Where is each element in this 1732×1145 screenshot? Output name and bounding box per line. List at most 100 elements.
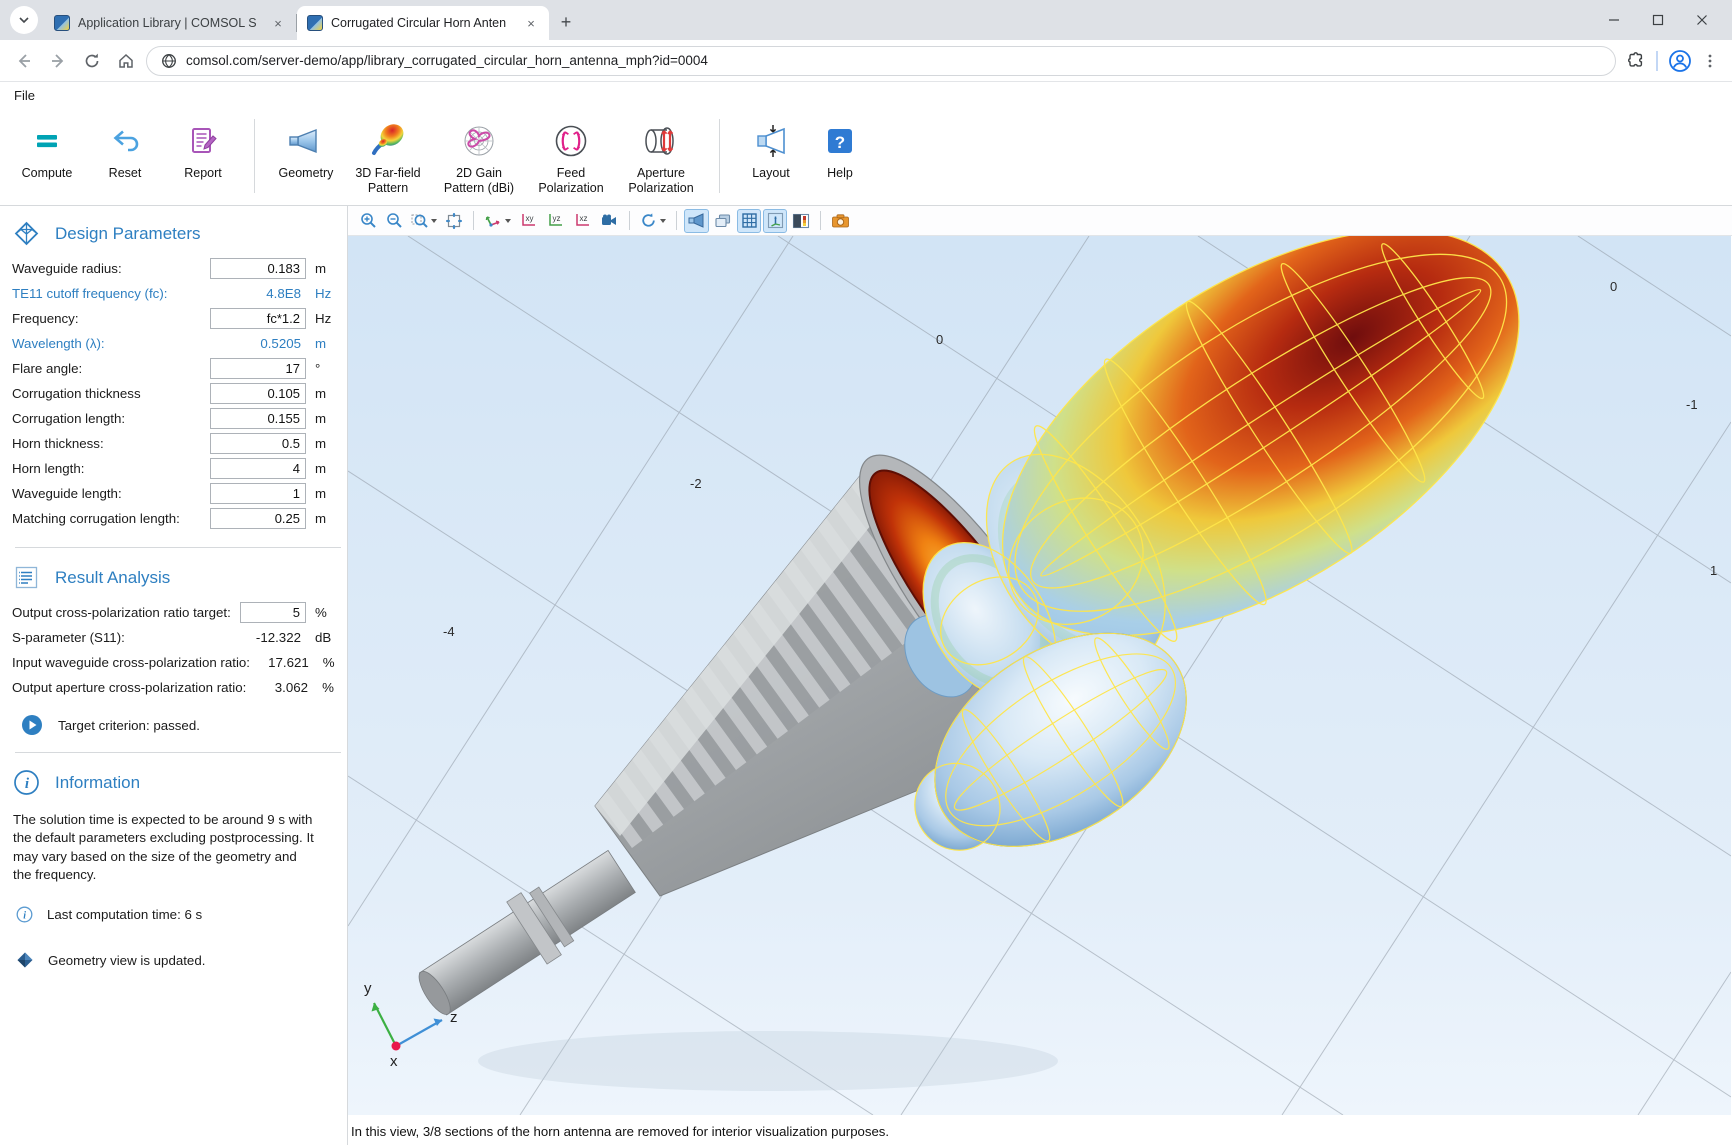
- new-tab-button[interactable]: +: [553, 9, 579, 35]
- svg-text:?: ?: [835, 133, 845, 152]
- report-label: Report: [184, 166, 222, 181]
- back-icon: [15, 52, 33, 70]
- help-label: Help: [827, 166, 853, 181]
- scene-camera-button[interactable]: [597, 209, 622, 233]
- grid-toggle[interactable]: [737, 209, 761, 233]
- tab-horn-antenna[interactable]: Corrugated Circular Horn Anten ×: [297, 6, 549, 40]
- horn-thickness-input[interactable]: [210, 433, 306, 454]
- corrugation-thickness-input[interactable]: [210, 383, 306, 404]
- site-info-icon[interactable]: [161, 53, 177, 69]
- report-icon: [185, 121, 221, 161]
- rotate-view-button[interactable]: [637, 209, 669, 233]
- geometry-button[interactable]: Geometry: [267, 115, 345, 183]
- information-body: The solution time is expected to be arou…: [0, 805, 330, 884]
- cross-polarization-target-input[interactable]: [240, 602, 306, 623]
- profile-icon[interactable]: [1668, 49, 1692, 73]
- param-row-te11-cutoff: TE11 cutoff frequency (fc): 4.8E8 Hz: [0, 281, 347, 306]
- param-unit: Hz: [315, 311, 337, 326]
- comsol-favicon: [307, 15, 323, 31]
- graphics-area: xy yz xz: [348, 206, 1732, 1145]
- home-icon: [117, 52, 135, 70]
- reload-button[interactable]: [78, 47, 106, 75]
- param-label: TE11 cutoff frequency (fc):: [12, 286, 210, 301]
- param-row-waveguide-length: Waveguide length: m: [0, 481, 347, 506]
- section-divider: [15, 752, 341, 753]
- view-xz-button[interactable]: xz: [570, 209, 595, 233]
- zoom-in-button[interactable]: [356, 209, 380, 233]
- compute-button[interactable]: Compute: [8, 115, 86, 183]
- feed-polarization-button[interactable]: Feed Polarization: [527, 115, 615, 198]
- waveguide-radius-input[interactable]: [210, 258, 306, 279]
- extensions-icon[interactable]: [1626, 51, 1646, 71]
- layout-label: Layout: [752, 166, 790, 181]
- gain-2d-button[interactable]: 2D Gain Pattern (dBi): [431, 115, 527, 198]
- last-computation-text: Last computation time: 6 s: [47, 907, 202, 922]
- view-orientation-button[interactable]: [481, 209, 514, 233]
- result-unit: %: [315, 605, 337, 620]
- layout-button[interactable]: Layout: [732, 115, 810, 183]
- param-row-matching-corrugation-length: Matching corrugation length: m: [0, 506, 347, 531]
- scene-objects-button[interactable]: [711, 209, 735, 233]
- dropdown-caret-icon: [431, 219, 437, 223]
- matching-corrugation-length-input[interactable]: [210, 508, 306, 529]
- minimize-button[interactable]: [1592, 0, 1636, 40]
- reset-button[interactable]: Reset: [86, 115, 164, 183]
- param-row-frequency: Frequency: Hz: [0, 306, 347, 331]
- tab-application-library[interactable]: Application Library | COMSOL S ×: [44, 6, 296, 40]
- gain-2d-icon: [460, 121, 498, 161]
- maximize-button[interactable]: [1636, 0, 1680, 40]
- corrugation-length-input[interactable]: [210, 408, 306, 429]
- horn-length-input[interactable]: [210, 458, 306, 479]
- help-button[interactable]: ? Help: [810, 115, 870, 183]
- param-unit: m: [315, 436, 337, 451]
- model-3d-canvas[interactable]: 0 -2 -4 0 -1 1: [348, 236, 1732, 1115]
- compute-label: Compute: [22, 166, 73, 181]
- tab-search-button[interactable]: [10, 6, 38, 34]
- waveguide-length-input[interactable]: [210, 483, 306, 504]
- report-button[interactable]: Report: [164, 115, 242, 183]
- geometry-updated-row: Geometry view is updated.: [0, 923, 347, 969]
- file-menu[interactable]: File: [14, 88, 35, 103]
- show-geometry-toggle[interactable]: [684, 209, 709, 233]
- param-row-horn-length: Horn length: m: [0, 456, 347, 481]
- toolbar-separator: [676, 211, 677, 230]
- tab-close-icon[interactable]: ×: [270, 15, 286, 31]
- frequency-input[interactable]: [210, 308, 306, 329]
- url-bar[interactable]: comsol.com/server-demo/app/library_corru…: [146, 46, 1616, 76]
- zoom-box-icon: [411, 212, 428, 229]
- result-analysis-header: Result Analysis: [0, 554, 347, 600]
- geometry-status-icon: [16, 951, 34, 969]
- param-row-flare-angle: Flare angle: °: [0, 356, 347, 381]
- view-yz-button[interactable]: yz: [543, 209, 568, 233]
- information-icon: i: [13, 769, 40, 796]
- farfield-3d-button[interactable]: 3D Far-field Pattern: [345, 115, 431, 198]
- result-label: Output cross-polarization ratio target:: [12, 605, 240, 620]
- forward-button[interactable]: [44, 47, 72, 75]
- view-xy-button[interactable]: xy: [516, 209, 541, 233]
- legend-toggle[interactable]: [789, 209, 813, 233]
- home-button[interactable]: [112, 47, 140, 75]
- close-window-button[interactable]: [1680, 0, 1724, 40]
- dropdown-caret-icon: [505, 219, 511, 223]
- zoom-box-button[interactable]: [408, 209, 440, 233]
- design-parameters-header: Design Parameters: [0, 210, 347, 256]
- menu-kebab-icon[interactable]: [1702, 53, 1718, 69]
- screenshot-button[interactable]: [828, 209, 853, 233]
- reset-label: Reset: [109, 166, 142, 181]
- comsol-favicon: [54, 15, 70, 31]
- svg-text:z: z: [450, 1009, 458, 1026]
- param-unit: °: [315, 361, 337, 376]
- aperture-polarization-button[interactable]: Aperture Polarization: [615, 115, 707, 198]
- zoom-extents-button[interactable]: [442, 209, 466, 233]
- gain-2d-label: 2D Gain Pattern (dBi): [439, 166, 519, 196]
- feed-polarization-icon: [552, 121, 590, 161]
- flare-angle-input[interactable]: [210, 358, 306, 379]
- result-label: Output aperture cross-polarization ratio…: [12, 680, 246, 695]
- zoom-out-button[interactable]: [382, 209, 406, 233]
- param-label: Waveguide radius:: [12, 261, 210, 276]
- param-label: Flare angle:: [12, 361, 210, 376]
- tab-close-icon[interactable]: ×: [523, 15, 539, 31]
- axes-toggle[interactable]: [763, 209, 787, 233]
- back-button[interactable]: [10, 47, 38, 75]
- reset-icon: [107, 121, 143, 161]
